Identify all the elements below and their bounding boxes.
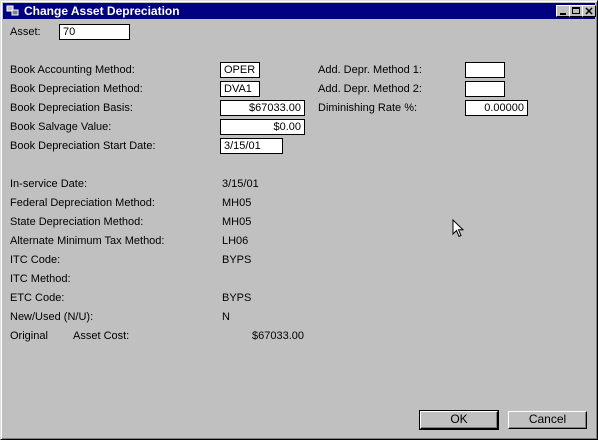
cancel-button[interactable]: Cancel	[508, 411, 587, 429]
close-icon	[585, 7, 593, 15]
itc-method-label: ITC Method:	[10, 273, 71, 285]
diminishing-rate-label: Diminishing Rate %:	[318, 102, 418, 114]
asset-cost-value: $67033.00	[252, 330, 304, 342]
alternate-minimum-tax-method-value: LH06	[222, 235, 249, 247]
new-used-value: N	[222, 311, 230, 323]
original-label: Original	[10, 330, 48, 342]
add-depr-method-1-field[interactable]	[465, 62, 505, 78]
maximize-button[interactable]	[569, 5, 583, 17]
window-title: Change Asset Depreciation	[24, 4, 180, 18]
etc-code-value: BYPS	[222, 292, 252, 304]
add-depr-method-1-label: Add. Depr. Method 1:	[318, 64, 422, 76]
minimize-icon	[560, 13, 566, 15]
book-depreciation-basis-field[interactable]: $67033.00	[220, 100, 305, 116]
close-button[interactable]	[582, 5, 596, 17]
federal-depreciation-method-label: Federal Depreciation Method:	[10, 197, 155, 209]
ok-button[interactable]: OK	[419, 410, 499, 430]
asset-cost-label: Asset Cost:	[73, 330, 130, 342]
minimize-button[interactable]	[556, 5, 570, 17]
book-depreciation-start-date-field[interactable]: 3/15/01	[220, 138, 283, 154]
mouse-pointer-icon	[452, 219, 465, 238]
book-depreciation-basis-label: Book Depreciation Basis:	[10, 102, 133, 114]
book-salvage-value-field[interactable]: $0.00	[220, 119, 305, 135]
in-service-date-value: 3/15/01	[222, 178, 259, 190]
book-depreciation-method-label: Book Depreciation Method:	[10, 83, 143, 95]
in-service-date-label: In-service Date:	[10, 178, 88, 190]
alternate-minimum-tax-method-label: Alternate Minimum Tax Method:	[10, 235, 165, 247]
book-salvage-value-label: Book Salvage Value:	[10, 121, 112, 133]
dialog-window: Change Asset Depreciation Asset: 70 Book…	[0, 0, 598, 440]
add-depr-method-2-field[interactable]	[465, 81, 505, 97]
etc-code-label: ETC Code:	[10, 292, 65, 304]
federal-depreciation-method-value: MH05	[222, 197, 252, 209]
title-bar[interactable]: Change Asset Depreciation	[3, 3, 596, 19]
asset-field[interactable]: 70	[59, 24, 130, 40]
book-depreciation-start-date-label: Book Depreciation Start Date:	[10, 140, 156, 152]
itc-code-value: BYPS	[222, 254, 252, 266]
book-accounting-method-label: Book Accounting Method:	[10, 64, 135, 76]
state-depreciation-method-label: State Depreciation Method:	[10, 216, 144, 228]
book-depreciation-method-field[interactable]: DVA1	[220, 81, 260, 97]
book-accounting-method-field[interactable]: OPER	[220, 62, 260, 78]
maximize-icon	[572, 7, 580, 14]
new-used-label: New/Used (N/U):	[10, 311, 94, 323]
asset-label: Asset:	[10, 26, 41, 38]
add-depr-method-2-label: Add. Depr. Method 2:	[318, 83, 422, 95]
state-depreciation-method-value: MH05	[222, 216, 252, 228]
diminishing-rate-field[interactable]: 0.00000	[465, 100, 528, 116]
itc-code-label: ITC Code:	[10, 254, 61, 266]
app-icon[interactable]	[6, 4, 20, 18]
